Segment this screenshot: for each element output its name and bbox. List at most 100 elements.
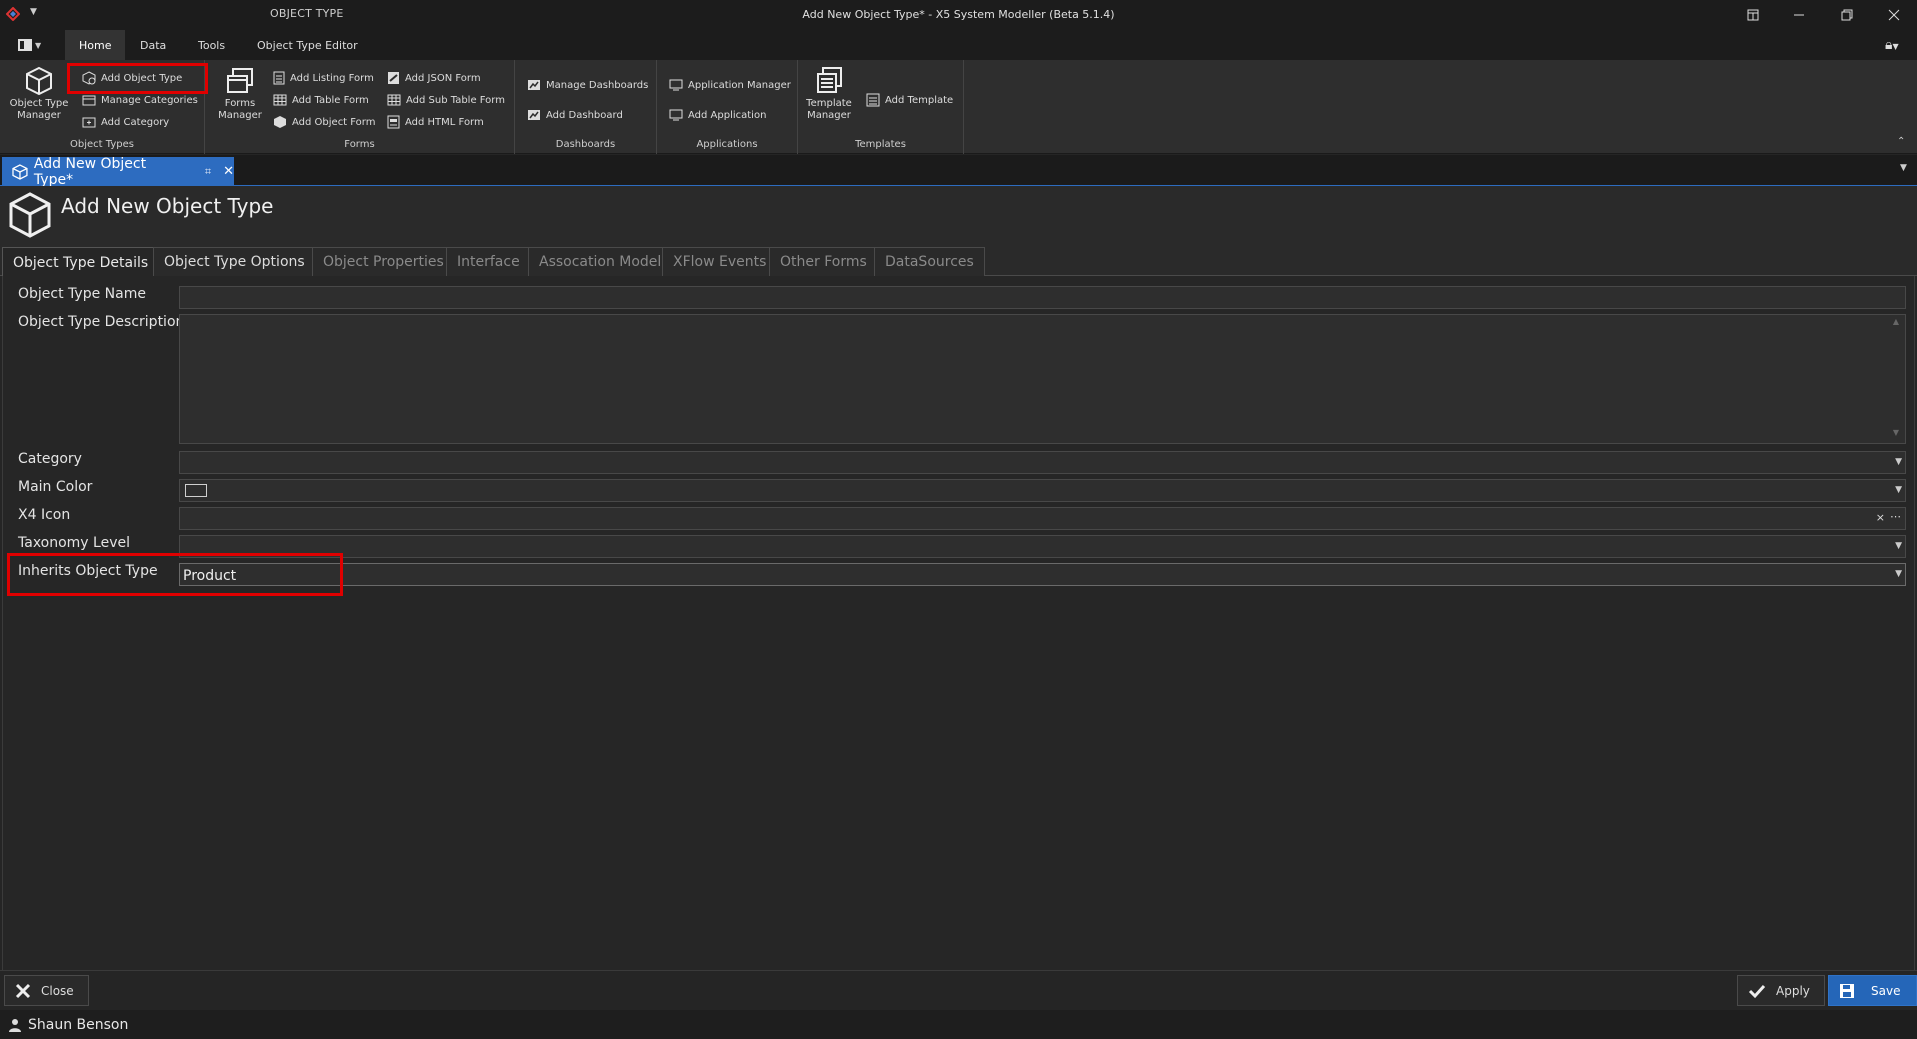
page-header: Add New Object Type: [0, 186, 1917, 244]
cube-icon: [9, 192, 51, 238]
apply-button[interactable]: Apply: [1737, 975, 1825, 1006]
pin-icon[interactable]: ⌗: [205, 165, 211, 179]
add-category-icon: [82, 117, 96, 128]
category-select[interactable]: ▼: [179, 451, 1906, 474]
tab-tools[interactable]: Tools: [184, 30, 239, 60]
window-title: Add New Object Type* - X5 System Modelle…: [802, 8, 1115, 21]
document-list-dropdown-icon[interactable]: ▼: [1900, 163, 1907, 173]
page-title: Add New Object Type: [61, 194, 274, 218]
object-type-description-label: Object Type Description: [18, 314, 185, 330]
chevron-down-icon[interactable]: ▼: [1895, 457, 1902, 467]
ribbon-group-label: Dashboards: [555, 139, 616, 150]
taxonomy-level-select[interactable]: ▼: [179, 535, 1906, 558]
description-scrollbar[interactable]: ▲ ▼: [1889, 317, 1903, 441]
add-object-form-button[interactable]: Add Object Form: [273, 113, 375, 131]
ribbon-group-label: Object Types: [70, 139, 134, 150]
save-button-label: Save: [1871, 983, 1901, 998]
application-manager-label: Application Manager: [688, 79, 791, 91]
tab-data[interactable]: Data: [126, 30, 180, 60]
tab-other-forms[interactable]: Other Forms: [769, 247, 878, 276]
object-type-manager-label: Object Type Manager: [9, 98, 69, 121]
lock-icon[interactable]: 🔒︎▼: [1885, 37, 1899, 53]
highlight-add-object-type: [67, 63, 208, 94]
close-tab-icon[interactable]: ✕: [223, 164, 234, 179]
ribbon-group-label: Templates: [855, 139, 906, 150]
x4-icon-input[interactable]: × ⋯: [179, 507, 1906, 530]
add-json-form-button[interactable]: Add JSON Form: [387, 69, 481, 87]
add-json-form-label: Add JSON Form: [405, 72, 481, 84]
user-icon: [9, 1018, 21, 1032]
title-bar: ▼ OBJECT TYPE Add New Object Type* - X5 …: [0, 0, 1917, 30]
close-button-label: Close: [41, 983, 74, 998]
add-sub-table-form-label: Add Sub Table Form: [406, 94, 505, 106]
add-template-icon: [866, 93, 880, 107]
html-form-icon: [387, 115, 400, 129]
scroll-down-icon[interactable]: ▼: [1889, 428, 1903, 437]
browse-ellipsis-icon[interactable]: ⋯: [1890, 510, 1901, 523]
highlight-inherits-object-type: [7, 553, 343, 596]
restore-layout-icon[interactable]: [1733, 3, 1773, 27]
add-table-form-button[interactable]: Add Table Form: [273, 91, 369, 109]
template-manager-label: Template Manager: [806, 98, 852, 121]
table-icon: [273, 94, 287, 106]
add-dashboard-button[interactable]: Add Dashboard: [527, 106, 623, 124]
tab-interface[interactable]: Interface: [446, 247, 531, 276]
close-button[interactable]: Close: [4, 975, 89, 1006]
ribbon-group-label: Applications: [696, 139, 758, 150]
add-application-button[interactable]: Add Application: [669, 106, 766, 124]
close-window-button[interactable]: [1874, 3, 1914, 27]
scroll-up-icon[interactable]: ▲: [1889, 317, 1903, 326]
add-html-form-label: Add HTML Form: [405, 116, 484, 128]
template-stack-icon: [817, 67, 842, 93]
cube-icon: [12, 163, 28, 180]
main-color-picker[interactable]: ▼: [179, 479, 1906, 502]
form-tab-bar: Object Type Details Object Type Options …: [0, 244, 1917, 277]
add-category-button[interactable]: Add Category: [82, 113, 169, 131]
chevron-down-icon[interactable]: ▼: [1895, 569, 1902, 579]
tab-object-type-details[interactable]: Object Type Details: [2, 247, 160, 277]
tab-xflow-events[interactable]: XFlow Events: [662, 247, 778, 276]
status-bar: Shaun Benson: [0, 1010, 1917, 1039]
ribbon-group-dashboards: Manage Dashboards Add Dashboard Dashboar…: [515, 60, 657, 154]
minimize-button[interactable]: [1779, 3, 1819, 27]
forms-manager-button[interactable]: Forms Manager: [215, 66, 265, 122]
menu-bar: ▼ Home Data Tools Object Type Editor 🔒︎▼: [0, 30, 1917, 60]
template-manager-button[interactable]: Template Manager: [804, 66, 854, 122]
save-button[interactable]: Save: [1828, 975, 1917, 1006]
ribbon-group-applications: Application Manager Add Application Appl…: [657, 60, 798, 154]
add-table-form-label: Add Table Form: [292, 94, 369, 106]
application-manager-button[interactable]: Application Manager: [669, 76, 791, 94]
collapse-ribbon-icon[interactable]: ⌃: [1897, 136, 1905, 147]
forms-stack-icon: [227, 68, 253, 93]
manage-categories-label: Manage Categories: [101, 94, 198, 106]
add-listing-form-label: Add Listing Form: [290, 72, 374, 84]
object-type-manager-button[interactable]: Object Type Manager: [6, 66, 72, 122]
chevron-down-icon[interactable]: ▼: [1895, 485, 1902, 495]
maximize-button[interactable]: [1827, 3, 1867, 27]
add-listing-form-button[interactable]: Add Listing Form: [273, 69, 374, 87]
application-menu-icon[interactable]: ▼: [18, 38, 44, 52]
add-html-form-button[interactable]: Add HTML Form: [387, 113, 484, 131]
ribbon: Object Type Manager Add Object Type Mana…: [0, 60, 1917, 154]
chevron-down-icon[interactable]: ▼: [1895, 541, 1902, 551]
clear-icon[interactable]: ×: [1876, 511, 1885, 524]
object-type-name-input[interactable]: [179, 286, 1906, 309]
tab-datasources[interactable]: DataSources: [874, 247, 985, 276]
cube-icon: [26, 66, 52, 96]
taxonomy-level-label: Taxonomy Level: [18, 535, 130, 551]
add-sub-table-form-button[interactable]: Add Sub Table Form: [387, 91, 505, 109]
object-type-name-label: Object Type Name: [18, 286, 146, 302]
close-icon: [15, 983, 31, 998]
tab-object-properties[interactable]: Object Properties: [312, 247, 455, 276]
add-template-button[interactable]: Add Template: [866, 91, 953, 109]
manage-dashboards-button[interactable]: Manage Dashboards: [527, 76, 648, 94]
ribbon-group-label: Forms: [344, 139, 375, 150]
inherits-object-type-select[interactable]: Product ▼: [179, 563, 1906, 586]
tab-assocation-model[interactable]: Assocation Model: [528, 247, 673, 276]
tab-home[interactable]: Home: [65, 30, 126, 60]
document-tab-add-new-object-type[interactable]: Add New Object Type* ⌗ ✕: [2, 156, 234, 188]
tab-object-type-editor[interactable]: Object Type Editor: [243, 30, 372, 60]
object-type-description-textarea[interactable]: ▲ ▼: [179, 314, 1906, 444]
tab-object-type-options[interactable]: Object Type Options: [153, 247, 316, 276]
add-dashboard-icon: [528, 110, 540, 120]
